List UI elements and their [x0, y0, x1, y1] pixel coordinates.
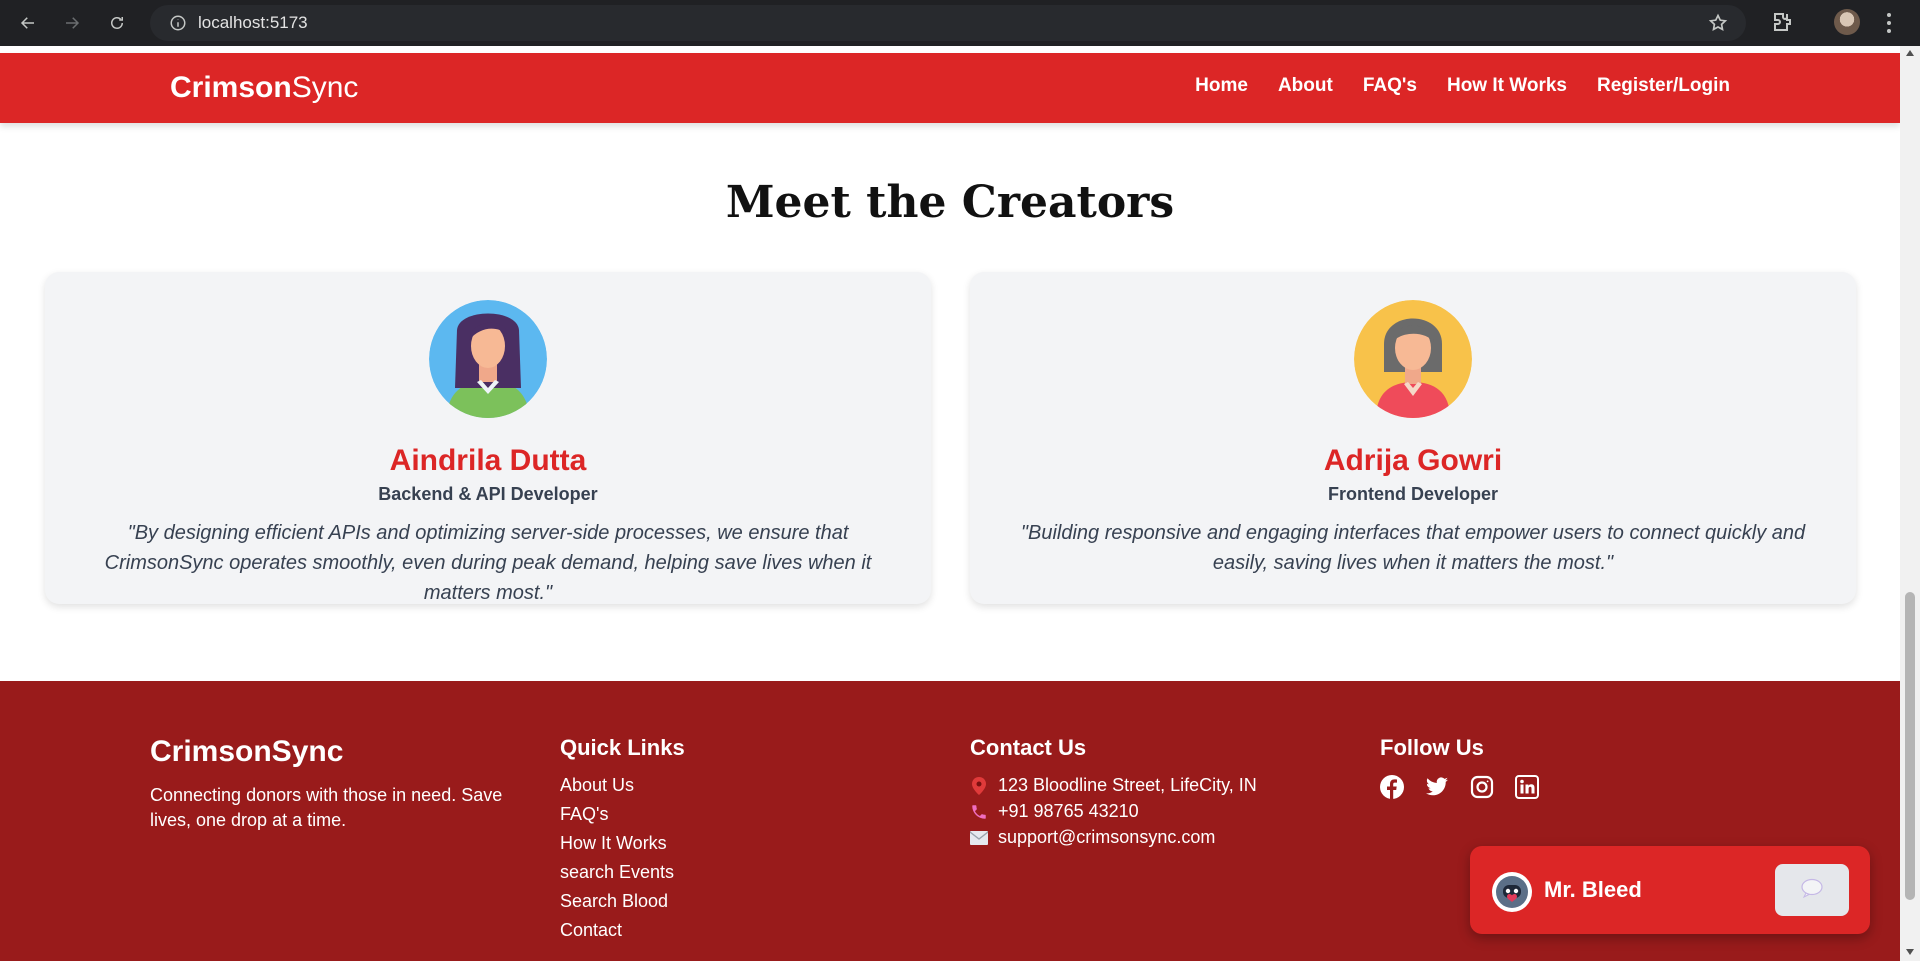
scroll-up-icon[interactable] — [1906, 50, 1914, 56]
forward-icon[interactable] — [56, 7, 88, 39]
footer-link-contact[interactable]: Contact — [560, 920, 685, 941]
site-info-icon[interactable] — [160, 14, 196, 32]
creator-role: Frontend Developer — [1327, 484, 1499, 504]
profile-avatar[interactable] — [1834, 9, 1860, 35]
map-pin-icon — [970, 776, 988, 795]
footer-brand: CrimsonSync — [150, 735, 344, 768]
scroll-down-icon[interactable] — [1906, 949, 1914, 955]
contact-heading: Contact Us — [970, 735, 1087, 760]
twitter-icon[interactable] — [1425, 775, 1449, 799]
footer-link-how-it-works[interactable]: How It Works — [560, 833, 685, 854]
creator-name: Adrija Gowri — [1323, 444, 1503, 477]
phone-icon — [970, 803, 988, 821]
back-icon[interactable] — [12, 7, 44, 39]
chatbot-title: Mr. Bleed — [1544, 877, 1642, 902]
footer-link-faqs[interactable]: FAQ's — [560, 804, 685, 825]
chatbot-widget[interactable]: Mr. Bleed — [1470, 846, 1870, 934]
creator-card: Adrija Gowri Frontend Developer "Buildin… — [970, 272, 1856, 604]
footer-link-about-us[interactable]: About Us — [560, 775, 685, 796]
browser-toolbar: localhost:5173 — [0, 0, 1920, 46]
address-bar[interactable]: localhost:5173 — [150, 5, 1746, 41]
social-links — [1380, 775, 1539, 799]
creator-avatar — [1354, 300, 1472, 418]
creator-card: Aindrila Dutta Backend & API Developer "… — [45, 272, 931, 604]
footer-link-search-blood[interactable]: Search Blood — [560, 891, 685, 912]
footer-tagline: Connecting donors with those in need. Sa… — [150, 785, 503, 830]
reload-icon[interactable] — [101, 7, 133, 39]
creator-avatar — [429, 300, 547, 418]
quick-links-heading: Quick Links — [560, 735, 685, 760]
footer-follow: Follow Us — [1380, 735, 1539, 799]
contact-phone: +91 98765 43210 — [970, 801, 1257, 822]
follow-heading: Follow Us — [1380, 735, 1484, 760]
linkedin-icon[interactable] — [1515, 775, 1539, 799]
nav-about[interactable]: About — [1278, 75, 1333, 97]
creator-quote: "Building responsive and engaging interf… — [1020, 522, 1806, 574]
facebook-icon[interactable] — [1380, 775, 1404, 799]
nav-links: Home About FAQ's How It Works Register/L… — [1195, 75, 1730, 97]
site-navbar: CrimsonSync Home About FAQ's How It Work… — [0, 53, 1900, 123]
speech-bubble-icon — [1800, 878, 1824, 903]
nav-home[interactable]: Home — [1195, 75, 1248, 97]
site-logo[interactable]: CrimsonSync — [170, 71, 358, 105]
footer-about: CrimsonSync Connecting donors with those… — [150, 735, 510, 833]
nav-how-it-works[interactable]: How It Works — [1447, 75, 1567, 97]
footer-link-search-events[interactable]: search Events — [560, 862, 685, 883]
instagram-icon[interactable] — [1470, 775, 1494, 799]
chat-toggle-button[interactable] — [1775, 864, 1849, 916]
extensions-icon[interactable] — [1770, 10, 1794, 39]
envelope-icon — [970, 830, 988, 845]
bookmark-star-icon[interactable] — [1708, 13, 1728, 38]
creator-name: Aindrila Dutta — [389, 444, 587, 477]
scrollbar-thumb[interactable] — [1905, 592, 1915, 900]
page-scrollbar[interactable] — [1900, 46, 1920, 961]
url-text: localhost:5173 — [198, 13, 308, 32]
robot-icon — [1492, 872, 1532, 912]
nav-faqs[interactable]: FAQ's — [1363, 75, 1417, 97]
section-title: Meet the Creators — [725, 177, 1175, 228]
footer-quick-links: Quick Links About Us FAQ's How It Works … — [560, 735, 685, 949]
contact-address: 123 Bloodline Street, LifeCity, IN — [970, 775, 1257, 796]
browser-menu-icon[interactable] — [1886, 12, 1892, 39]
creator-quote: "By designing efficient APIs and optimiz… — [104, 522, 872, 604]
footer-contact: Contact Us 123 Bloodline Street, LifeCit… — [970, 735, 1257, 853]
nav-register-login[interactable]: Register/Login — [1597, 75, 1730, 97]
creator-role: Backend & API Developer — [378, 484, 598, 504]
contact-email: support@crimsonsync.com — [970, 827, 1257, 848]
